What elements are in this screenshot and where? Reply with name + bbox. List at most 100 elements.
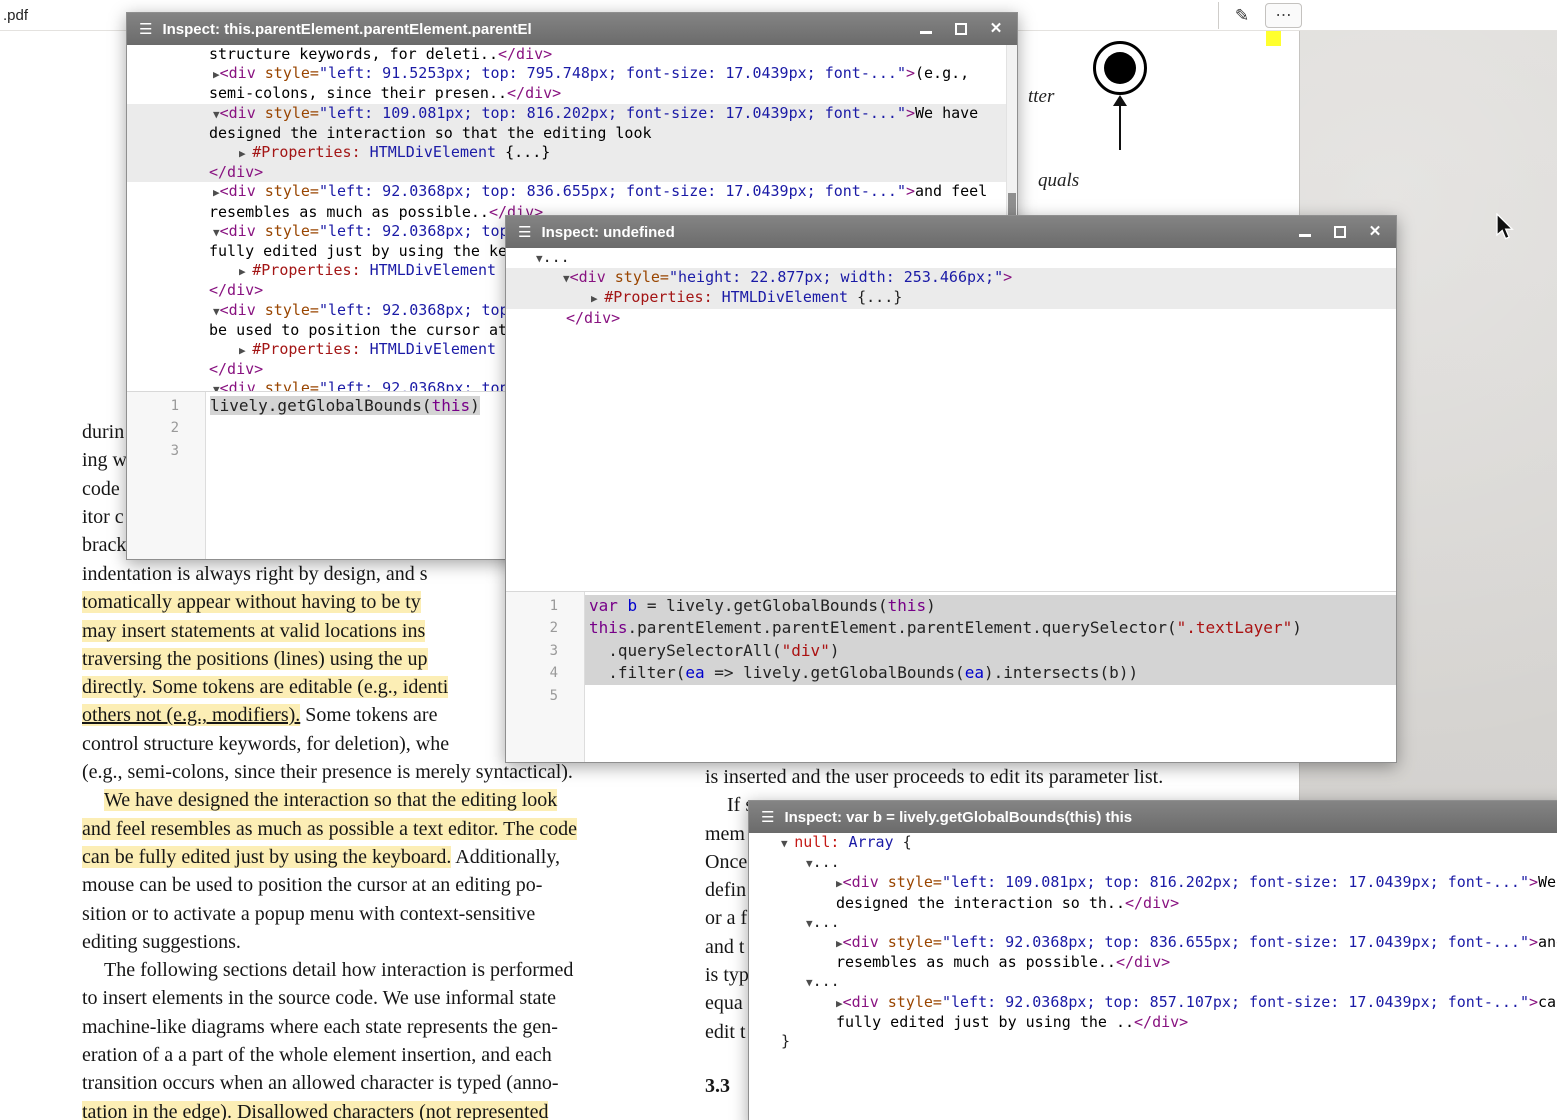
- text: or a f: [705, 907, 747, 929]
- text: Once: [705, 851, 747, 873]
- code-line[interactable]: this.parentElement.parentElement.parentE…: [585, 617, 1396, 639]
- text-segment: resembles as much as possible..: [209, 203, 489, 221]
- tree-arrow-icon[interactable]: ▶: [213, 68, 220, 81]
- dom-tree-node[interactable]: ▼...: [749, 913, 1557, 933]
- text-segment: be used to position the cursor at..: [209, 321, 525, 339]
- text-segment: style=: [879, 933, 942, 951]
- dom-tree-node[interactable]: ▶<div style="left: 91.5253px; top: 795.7…: [127, 64, 1017, 84]
- text-segment: </div>: [1134, 1013, 1188, 1031]
- maximize-button[interactable]: [1333, 225, 1347, 239]
- text-segment: </div>: [507, 84, 561, 102]
- tree-arrow-icon[interactable]: ▶: [239, 344, 252, 357]
- window3-titlebar[interactable]: ☰ Inspect: var b = lively.getGlobalBound…: [749, 801, 1557, 833]
- text-segment: ea: [965, 663, 984, 682]
- tree-arrow-icon[interactable]: ▶: [239, 265, 252, 278]
- tree-arrow-icon[interactable]: ▶: [591, 292, 604, 305]
- window2-title: Inspect: undefined: [541, 224, 1298, 241]
- text-segment: .parentElement.parentElement.parentEleme…: [628, 618, 1177, 637]
- close-button[interactable]: ✕: [1368, 225, 1382, 239]
- dom-tree-node[interactable]: ▼<div style="height: 22.877px; width: 25…: [506, 268, 1396, 288]
- dom-tree-node[interactable]: structure keywords, for deleti..</div>: [127, 45, 1017, 64]
- tree-arrow-icon[interactable]: ▶: [213, 186, 220, 199]
- highlighted-text: tomatically appear without having to be …: [82, 591, 421, 613]
- window-menu-icon[interactable]: ☰: [518, 225, 531, 240]
- tree-arrow-icon[interactable]: ▼: [781, 837, 794, 850]
- tree-arrow-icon[interactable]: ▼: [806, 976, 813, 989]
- dom-tree-node[interactable]: ▼ null: Array {: [749, 833, 1557, 853]
- dom-tree-node[interactable]: }: [749, 1032, 1557, 1051]
- dom-tree-node[interactable]: fully edited just by using the ..</div>: [749, 1013, 1557, 1032]
- tree-arrow-icon[interactable]: ▶: [239, 147, 252, 160]
- dom-tree-node[interactable]: ▶<div style="left: 109.081px; top: 816.2…: [749, 873, 1557, 893]
- text-segment: >: [906, 104, 915, 122]
- dom-tree-node[interactable]: ▼...: [506, 248, 1396, 268]
- text-segment: "left: 92.0368px; top: 857.107px; font-s…: [942, 993, 1529, 1011]
- more-options-button[interactable]: ⋯: [1265, 3, 1302, 28]
- text-segment: style=: [606, 268, 669, 286]
- tree-arrow-icon[interactable]: ▼: [536, 252, 543, 265]
- dom-tree-node[interactable]: ▶ #Properties: HTMLDivElement {...}: [506, 288, 1396, 308]
- dom-tree-node[interactable]: ▶<div style="left: 92.0368px; top: 836.6…: [749, 933, 1557, 953]
- tree-arrow-icon[interactable]: ▶: [836, 877, 843, 890]
- dom-tree-node[interactable]: ▼<div style="left: 109.081px; top: 816.2…: [127, 104, 1017, 124]
- dom-tree-node[interactable]: semi-colons, since their presen..</div>: [127, 84, 1017, 103]
- pdf-text-line: mouse can be used to position the cursor…: [82, 871, 677, 899]
- dom-tree-node[interactable]: designed the interaction so that the edi…: [127, 124, 1017, 143]
- tree-arrow-icon[interactable]: ▼: [213, 305, 220, 318]
- selected-code: lively.getGlobalBounds(this): [210, 396, 480, 415]
- dom-tree-node[interactable]: resembles as much as possible..</div>: [749, 953, 1557, 972]
- dom-tree-node[interactable]: ▶ #Properties: HTMLDivElement {...}: [127, 143, 1017, 163]
- code-editor[interactable]: 12345 var b = lively.getGlobalBounds(thi…: [506, 591, 1396, 762]
- window-menu-icon[interactable]: ☰: [139, 22, 152, 37]
- diagram-event-inner-circle: [1104, 52, 1136, 84]
- close-button[interactable]: ✕: [989, 22, 1003, 36]
- code-line[interactable]: [585, 685, 1396, 707]
- code-line[interactable]: var b = lively.getGlobalBounds(this): [585, 595, 1396, 617]
- dom-tree-node[interactable]: designed the interaction so th..</div>: [749, 894, 1557, 913]
- tree-arrow-icon[interactable]: ▼: [213, 383, 220, 391]
- edit-pencil-button[interactable]: ✎: [1226, 2, 1258, 29]
- tree-arrow-icon[interactable]: ▼: [806, 857, 813, 870]
- dom-tree: ▼ null: Array {▼...▶<div style="left: 10…: [749, 833, 1557, 1051]
- text-segment: ...: [813, 853, 840, 871]
- dom-tree-node[interactable]: ▶<div style="left: 92.0368px; top: 857.1…: [749, 993, 1557, 1013]
- text-segment: <div: [220, 104, 256, 122]
- tree-arrow-icon[interactable]: ▼: [213, 108, 220, 121]
- tree-arrow-icon[interactable]: ▶: [836, 997, 843, 1010]
- text-segment: </div>: [209, 281, 263, 299]
- minimize-button[interactable]: [919, 22, 933, 36]
- text: indentation is always right by design, a…: [82, 563, 428, 585]
- highlighted-text: tation in the edge). Disallowed characte…: [82, 1101, 548, 1120]
- text-segment: "left: 109.081px; top: 816.202px; font-s…: [319, 104, 906, 122]
- window2-titlebar[interactable]: ☰ Inspect: undefined ✕: [506, 216, 1396, 248]
- text-segment: HTMLDivElement: [361, 340, 496, 358]
- minimize-button[interactable]: [1298, 225, 1312, 239]
- code-line[interactable]: .querySelectorAll("div"): [585, 640, 1396, 662]
- tree-arrow-icon[interactable]: ▼: [806, 917, 813, 930]
- text-segment: .querySelectorAll(: [589, 641, 782, 660]
- text-segment: }: [781, 1032, 790, 1050]
- window-menu-icon[interactable]: ☰: [761, 810, 774, 825]
- dom-tree-node[interactable]: </div>: [127, 163, 1017, 182]
- dom-tree-node[interactable]: ▶<div style="left: 92.0368px; top: 836.6…: [127, 182, 1017, 202]
- text: eration of a a part of the whole element…: [82, 1044, 552, 1066]
- line-number: 1: [506, 595, 558, 617]
- text: edit t: [705, 1021, 746, 1043]
- line-number: 2: [506, 617, 558, 639]
- pdf-left-edge-text: durining wcodeitor cbrack: [82, 418, 127, 559]
- tree-arrow-icon[interactable]: ▼: [563, 272, 570, 285]
- text: Additionally,: [451, 846, 560, 868]
- maximize-button[interactable]: [954, 22, 968, 36]
- window1-titlebar[interactable]: ☰ Inspect: this.parentElement.parentElem…: [127, 13, 1017, 45]
- figure-label-bottom: quals: [1038, 170, 1079, 192]
- code-area[interactable]: var b = lively.getGlobalBounds(this)this…: [585, 592, 1396, 762]
- text-segment: <div: [843, 873, 879, 891]
- tree-arrow-icon[interactable]: ▶: [836, 937, 843, 950]
- dom-tree-node[interactable]: ▼...: [749, 853, 1557, 873]
- dom-tree-node[interactable]: ▼...: [749, 972, 1557, 992]
- code-line[interactable]: .filter(ea => lively.getGlobalBounds(ea)…: [585, 662, 1396, 684]
- tree-arrow-icon[interactable]: ▼: [213, 226, 220, 239]
- mouse-cursor: [1496, 213, 1520, 243]
- dom-tree-node[interactable]: </div>: [506, 309, 1396, 328]
- text-segment: fully edited just by using the ..: [836, 1013, 1134, 1031]
